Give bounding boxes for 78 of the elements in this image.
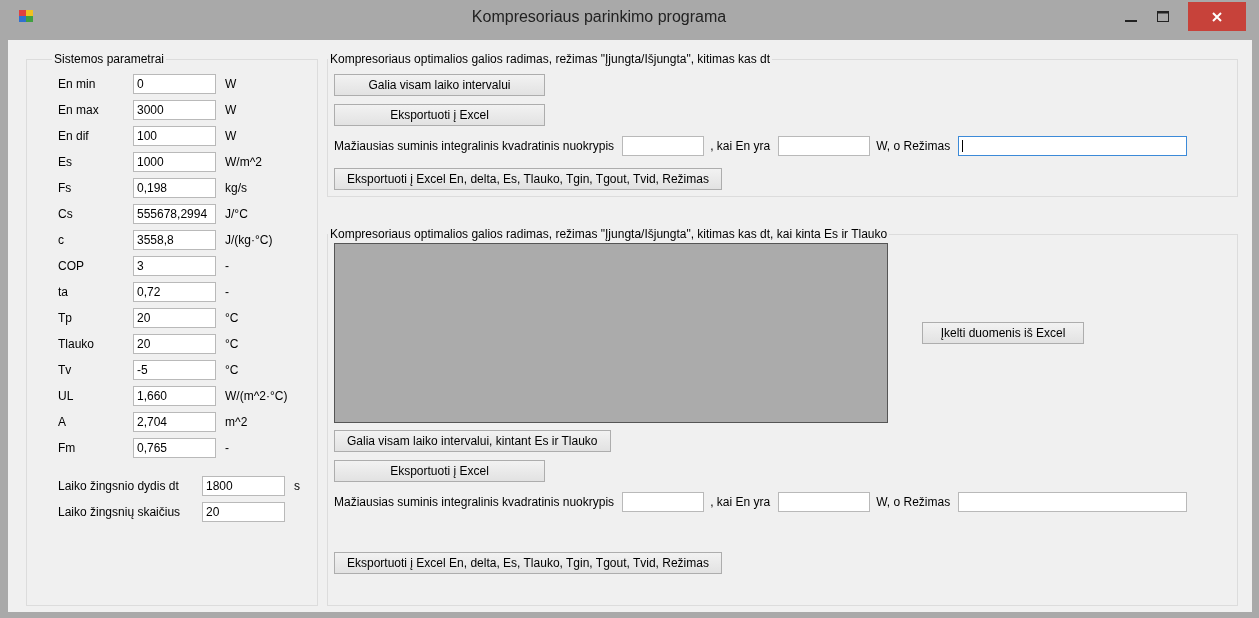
unit-label: °C: [225, 363, 239, 377]
action-button[interactable]: Eksportuoti į Excel: [334, 460, 545, 482]
app-icon: [18, 8, 34, 24]
close-icon: [1211, 10, 1223, 23]
unit-label: s: [294, 479, 300, 493]
unit-label: m^2: [225, 415, 248, 429]
parameter-field[interactable]: 3: [133, 256, 216, 276]
result-field[interactable]: [958, 136, 1188, 156]
parameter-label: En dif: [58, 129, 90, 143]
action-button[interactable]: Galia visam laiko intervalui: [334, 74, 545, 96]
parameter-label: Fm: [58, 441, 77, 455]
parameter-label: Es: [58, 155, 73, 169]
result-label: W, o Režimas: [876, 139, 951, 153]
parameter-label: Tv: [58, 363, 73, 377]
group-title: Sistemos parametrai: [53, 52, 166, 66]
parameter-field[interactable]: 3558,8: [133, 230, 216, 250]
unit-label: kg/s: [225, 181, 247, 195]
import-button[interactable]: Įkelti duomenis iš Excel: [922, 322, 1084, 344]
parameter-label: Fs: [58, 181, 73, 195]
unit-label: -: [225, 259, 229, 273]
parameter-label: COP: [58, 259, 85, 273]
result-field[interactable]: [778, 492, 871, 512]
parameter-field[interactable]: 0: [133, 74, 216, 94]
parameter-label: En max: [58, 103, 100, 117]
result-field[interactable]: [958, 492, 1188, 512]
result-field[interactable]: [622, 136, 705, 156]
parameter-label: UL: [58, 389, 75, 403]
parameter-label: Tp: [58, 311, 73, 325]
unit-label: W/(m^2·°C): [225, 389, 288, 403]
parameter-field[interactable]: 0,198: [133, 178, 216, 198]
result-label: , kai En yra: [710, 139, 771, 153]
result-field[interactable]: [778, 136, 871, 156]
maximize-icon[interactable]: [1156, 10, 1170, 24]
parameter-field[interactable]: 555678,2994: [133, 204, 216, 224]
parameter-field[interactable]: 0,72: [133, 282, 216, 302]
unit-label: -: [225, 285, 229, 299]
parameter-field[interactable]: 1800: [202, 476, 285, 496]
parameter-field[interactable]: 100: [133, 126, 216, 146]
result-label: Mažiausias suminis integralinis kvadratinis nuokrypis: [334, 495, 615, 509]
parameter-field[interactable]: 20: [133, 334, 216, 354]
action-button[interactable]: Eksportuoti į Excel: [334, 104, 545, 126]
parameter-label: Tlauko: [58, 337, 96, 351]
group-title: Kompresoriaus optimalios galios radimas, režimas "Įjungta/Išjungta", kitimas kas dt, kai kinta Es ir Tlauko: [329, 227, 889, 241]
parameter-label: Laiko žingsnių skaičius: [58, 505, 182, 519]
close-button[interactable]: [1188, 2, 1246, 31]
parameter-label: c: [58, 233, 65, 247]
unit-label: J/°C: [225, 207, 248, 221]
data-grid[interactable]: [334, 243, 888, 423]
unit-label: W: [225, 77, 237, 91]
result-label: W, o Režimas: [876, 495, 951, 509]
result-label: Mažiausias suminis integralinis kvadratinis nuokrypis: [334, 139, 615, 153]
unit-label: W: [225, 103, 237, 117]
unit-label: -: [225, 441, 229, 455]
unit-label: J/(kg·°C): [225, 233, 273, 247]
parameter-label: Laiko žingsnio dydis dt: [58, 479, 180, 493]
unit-label: °C: [225, 311, 239, 325]
parameter-field[interactable]: -5: [133, 360, 216, 380]
parameter-field[interactable]: 0,765: [133, 438, 216, 458]
parameter-label: En min: [58, 77, 97, 91]
parameter-field[interactable]: 3000: [133, 100, 216, 120]
result-label: , kai En yra: [710, 495, 771, 509]
export-button[interactable]: Eksportuoti į Excel En, delta, Es, Tlauko, Tgin, Tgout, Tvid, Režimas: [334, 168, 722, 190]
unit-label: W/m^2: [225, 155, 262, 169]
parameter-field[interactable]: 1,660: [133, 386, 216, 406]
parameter-field[interactable]: 20: [202, 502, 285, 522]
parameter-field[interactable]: 2,704: [133, 412, 216, 432]
parameter-field[interactable]: 1000: [133, 152, 216, 172]
action-button[interactable]: Galia visam laiko intervalui, kintant Es ir Tlauko: [334, 430, 611, 452]
window-title: Kompresoriaus parinkimo programa: [470, 8, 728, 26]
unit-label: W: [225, 129, 237, 143]
unit-label: °C: [225, 337, 239, 351]
export-button[interactable]: Eksportuoti į Excel En, delta, Es, Tlauko, Tgin, Tgout, Tvid, Režimas: [334, 552, 722, 574]
parameter-field[interactable]: 20: [133, 308, 216, 328]
result-field[interactable]: [622, 492, 705, 512]
parameter-label: A: [58, 415, 67, 429]
parameter-label: ta: [58, 285, 69, 299]
group-title: Kompresoriaus optimalios galios radimas, režimas "Įjungta/Išjungta", kitimas kas dt: [329, 52, 772, 66]
parameter-label: Cs: [58, 207, 74, 221]
